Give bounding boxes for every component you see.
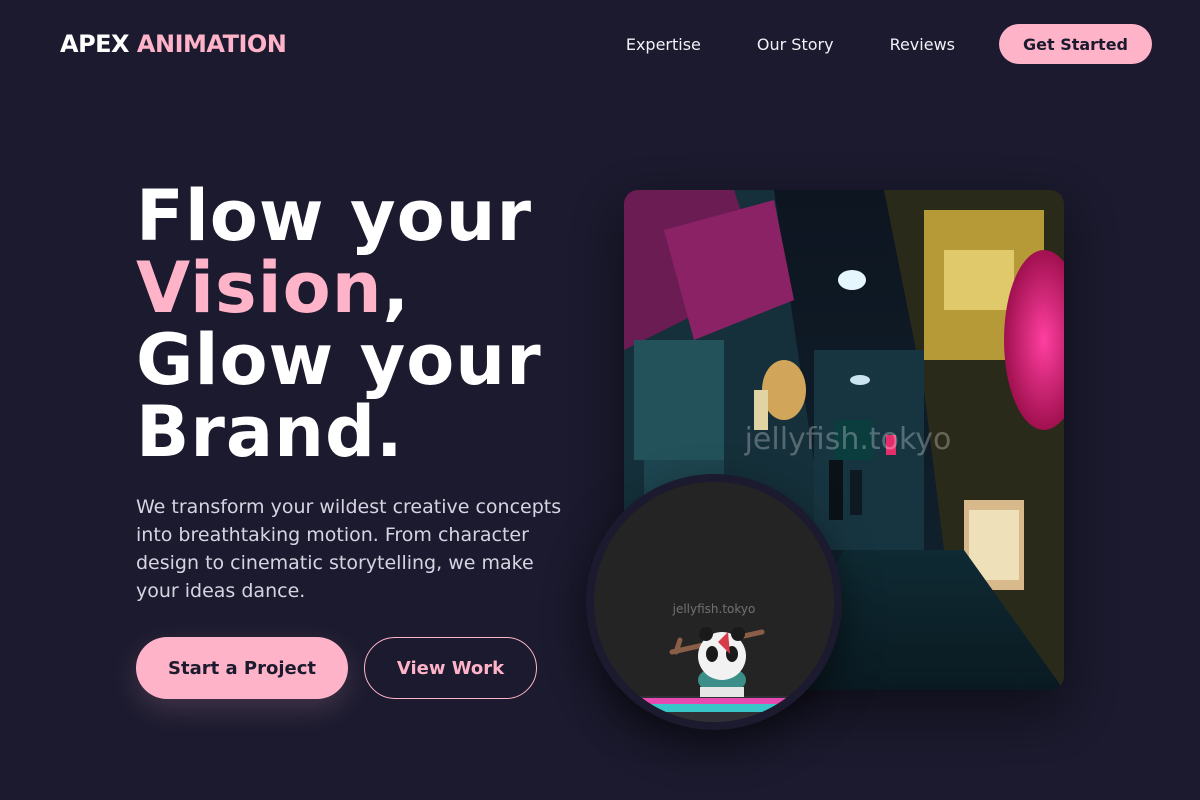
get-started-button[interactable]: Get Started <box>998 24 1152 64</box>
circle-image-watermark: jellyfish.tokyo <box>672 602 756 616</box>
main-nav: Expertise Our Story Reviews Get Started <box>626 24 1152 64</box>
logo-primary: APEX <box>60 30 130 58</box>
logo-accent: ANIMATION <box>136 30 287 58</box>
hero-title-line-3: Glow your <box>136 319 542 401</box>
hero-title-line-1: Flow your <box>136 175 533 257</box>
hero-title: Flow your Vision, Glow your Brand. <box>136 180 596 468</box>
start-project-button[interactable]: Start a Project <box>136 637 348 699</box>
circle-image-frame: jellyfish.tokyo <box>586 474 842 730</box>
view-work-button[interactable]: View Work <box>364 637 537 699</box>
circle-image: jellyfish.tokyo <box>594 482 834 722</box>
site-header: APEX ANIMATION Expertise Our Story Revie… <box>0 0 1200 88</box>
page: APEX ANIMATION Expertise Our Story Revie… <box>0 0 1200 800</box>
hero-description: We transform your wildest creative conce… <box>136 496 562 602</box>
nav-link-expertise[interactable]: Expertise <box>626 35 701 54</box>
nav-link-our-story[interactable]: Our Story <box>757 35 834 54</box>
hero-title-comma: , <box>382 247 411 329</box>
logo[interactable]: APEX ANIMATION <box>60 30 287 58</box>
hero-title-accent: Vision <box>136 247 383 329</box>
hero-actions: Start a Project View Work <box>136 637 537 699</box>
main-image-watermark: jellyfish.tokyo <box>744 422 952 457</box>
hero-title-line-4: Brand. <box>136 391 404 473</box>
nav-link-reviews[interactable]: Reviews <box>890 35 955 54</box>
